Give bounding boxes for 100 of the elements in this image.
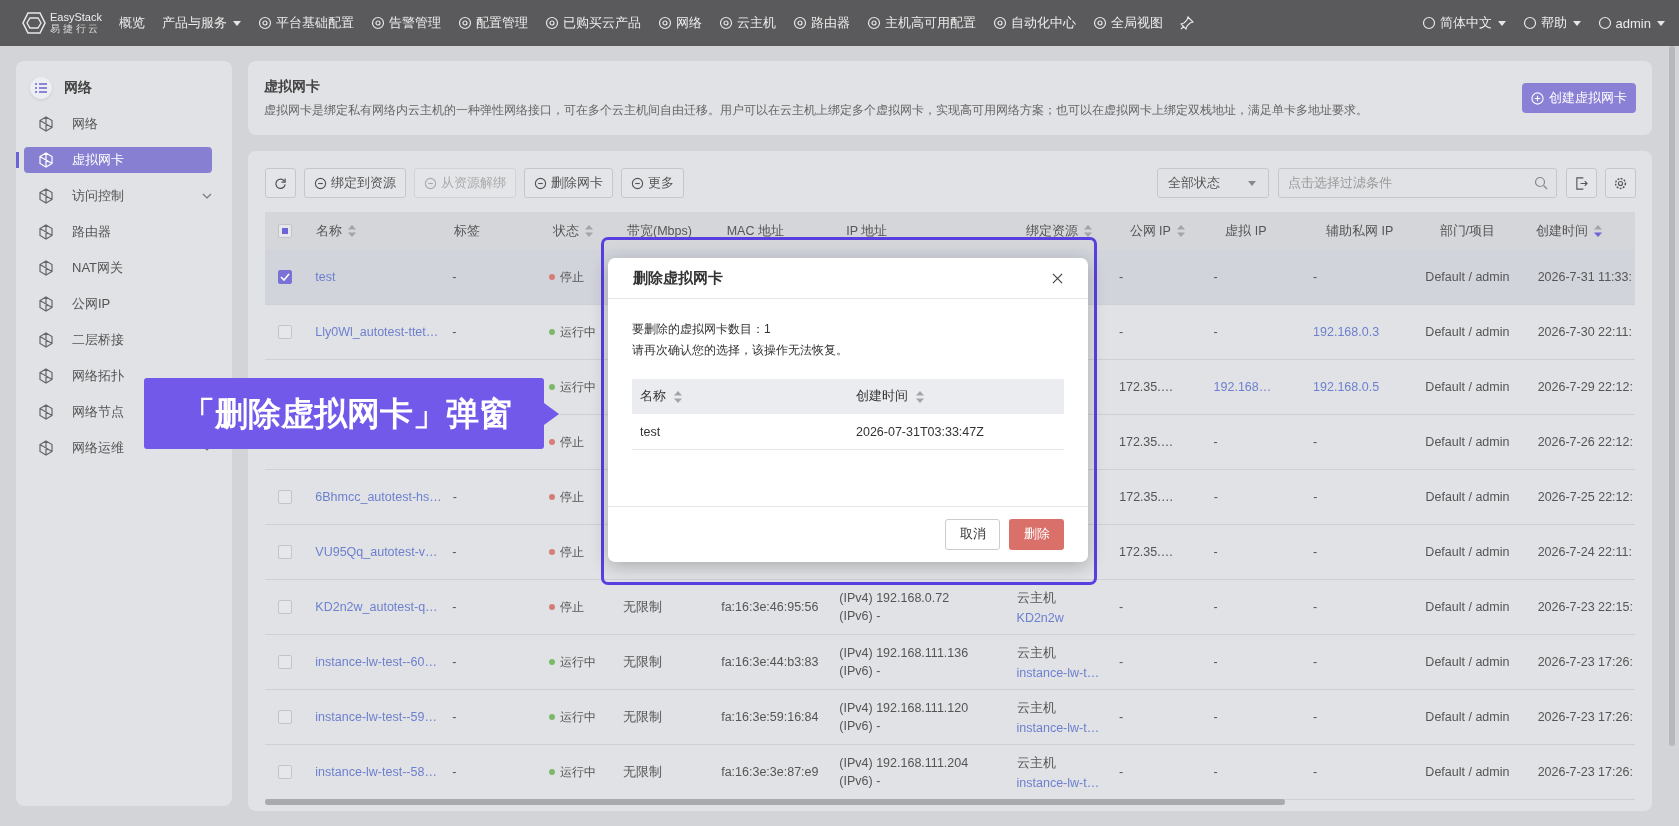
column-header: 名称 <box>315 222 342 240</box>
status-text: 停止 <box>559 433 584 451</box>
resource-type: 云主机 <box>1016 754 1056 772</box>
column-header: 标签 <box>454 222 481 240</box>
table-cell: - <box>1313 490 1318 504</box>
table-cell: Default / admin <box>1425 380 1510 394</box>
table-cell: fa:16:3e:46:95:56 <box>721 600 819 614</box>
table-cell: 2026-7-23 17:26: <box>1537 765 1633 779</box>
ip-address: (IPv4) 192.168.111.120 <box>839 701 969 715</box>
table-cell: 2026-7-23 22:15: <box>1537 600 1633 614</box>
table-cell: 2026-7-24 22:11: <box>1537 545 1632 559</box>
table-cell: - <box>1313 600 1318 614</box>
column-header: 虚拟 IP <box>1225 222 1267 240</box>
table-cell: - <box>452 655 457 669</box>
table-cell: 无限制 <box>622 708 662 726</box>
table-cell: - <box>1213 600 1218 614</box>
table-cell: 2026-07-31T03:33:47Z <box>856 424 984 439</box>
table-cell: 无限制 <box>622 653 662 671</box>
table-cell: 172.35.… <box>1119 545 1174 559</box>
ip-address: (IPv4) 192.168.111.204 <box>839 756 969 770</box>
table-cell: - <box>1313 270 1318 284</box>
table-cell: - <box>452 325 457 339</box>
table-cell: - <box>1213 435 1218 449</box>
table-cell: - <box>1213 765 1218 779</box>
table-cell: - <box>452 270 457 284</box>
resource-type: 云主机 <box>1016 644 1056 662</box>
column-header: 创建时间 <box>1536 222 1589 240</box>
table-cell: - <box>1119 325 1124 339</box>
resource-type: 云主机 <box>1016 589 1056 607</box>
ip-address: (IPv6) - <box>839 609 881 623</box>
table-cell: Default / admin <box>1425 325 1510 339</box>
table-cell: 172.35.… <box>1119 435 1174 449</box>
resource-type: 云主机 <box>1016 699 1056 717</box>
ip-address: (IPv4) 192.168.0.72 <box>839 591 950 605</box>
table-cell: 172.35.… <box>1119 380 1174 394</box>
table-cell: fa:16:3e:59:16:84 <box>721 710 819 724</box>
column-header: 状态 <box>553 222 580 240</box>
table-cell: 2026-7-23 17:26: <box>1537 710 1633 724</box>
status-text: 运行中 <box>559 378 596 396</box>
column-header: 带宽(Mbps) <box>627 222 692 240</box>
column-header: 部门/项目 <box>1439 222 1496 240</box>
table-cell: - <box>452 600 457 614</box>
ip-address: (IPv4) 192.168.111.136 <box>839 646 969 660</box>
table-cell: Default / admin <box>1425 435 1510 449</box>
table-cell: Default / admin <box>1425 655 1510 669</box>
logo-name: EasyStack <box>50 12 102 23</box>
status-text: 运行中 <box>559 708 596 726</box>
table-cell: - <box>452 490 457 504</box>
table-cell: - <box>1213 655 1218 669</box>
table-cell: Default / admin <box>1425 270 1510 284</box>
table-cell: - <box>452 545 457 559</box>
status-text: 停止 <box>559 268 584 286</box>
table-cell: - <box>1119 710 1124 724</box>
table-cell: - <box>1313 710 1318 724</box>
callout-label: 「删除虚拟网卡」弹窗 <box>144 378 544 449</box>
table-cell: Default / admin <box>1425 710 1510 724</box>
table-cell: - <box>1213 545 1218 559</box>
table-cell: - <box>1313 765 1318 779</box>
table-cell: - <box>1119 655 1124 669</box>
status-text: 停止 <box>560 488 585 506</box>
table-cell: 2026-7-26 22:12: <box>1537 435 1633 449</box>
table-cell: - <box>1313 655 1318 669</box>
sidebar-title: 网络 <box>64 79 92 97</box>
page-description: 虚拟网卡是绑定私有网络内云主机的一种弹性网络接口，可在多个云主机间自由迁移。用户可以在云主机上绑定多个虚拟网卡，实现高可用网络方案；也可以在虚拟网卡上绑定双栈地址，满足单卡多地址要求。 <box>264 101 1369 119</box>
status-text: 运行中 <box>559 653 596 671</box>
table-cell: - <box>452 710 457 724</box>
table-cell: 2026-7-30 22:11: <box>1537 325 1632 339</box>
table-cell: - <box>1119 270 1124 284</box>
table-cell: - <box>1313 435 1318 449</box>
table-cell: - <box>1119 765 1124 779</box>
table-cell: - <box>452 765 457 779</box>
table-cell: - <box>1213 710 1218 724</box>
column-header: 创建时间 <box>856 388 908 405</box>
column-header: 辅助私网 IP <box>1325 222 1394 240</box>
column-header: MAC 地址 <box>726 222 784 240</box>
column-header: 公网 IP <box>1129 222 1171 240</box>
ip-address: (IPv6) - <box>839 664 881 678</box>
ip-address: (IPv6) - <box>839 719 881 733</box>
dialog-title: 删除虚拟网卡 <box>633 268 723 288</box>
table-cell: - <box>1119 600 1124 614</box>
column-header: IP 地址 <box>846 222 888 240</box>
table-cell: 2026-7-25 22:12: <box>1537 490 1633 504</box>
table-cell: 无限制 <box>622 598 662 616</box>
dialog-text: 请再次确认您的选择，该操作无法恢复。 <box>632 342 849 359</box>
column-header: 名称 <box>640 388 666 405</box>
table-cell: 2026-7-29 22:12: <box>1537 380 1633 394</box>
table-cell: 172.35.… <box>1119 490 1174 504</box>
table-cell: 2026-7-31 11:33: <box>1537 270 1632 284</box>
column-header: 绑定资源 <box>1025 222 1078 240</box>
table-cell: fa:16:3e:3e:87:e9 <box>721 765 819 779</box>
table-cell: test <box>640 424 661 439</box>
table-cell: 无限制 <box>622 763 662 781</box>
table-cell: Default / admin <box>1425 490 1510 504</box>
status-text: 停止 <box>559 598 584 616</box>
table-cell: Default / admin <box>1425 600 1510 614</box>
table-cell: Default / admin <box>1425 765 1510 779</box>
table-cell: Default / admin <box>1425 545 1510 559</box>
table-cell: - <box>1313 545 1318 559</box>
page-title: 虚拟网卡 <box>264 77 321 96</box>
table-cell: - <box>1213 490 1218 504</box>
